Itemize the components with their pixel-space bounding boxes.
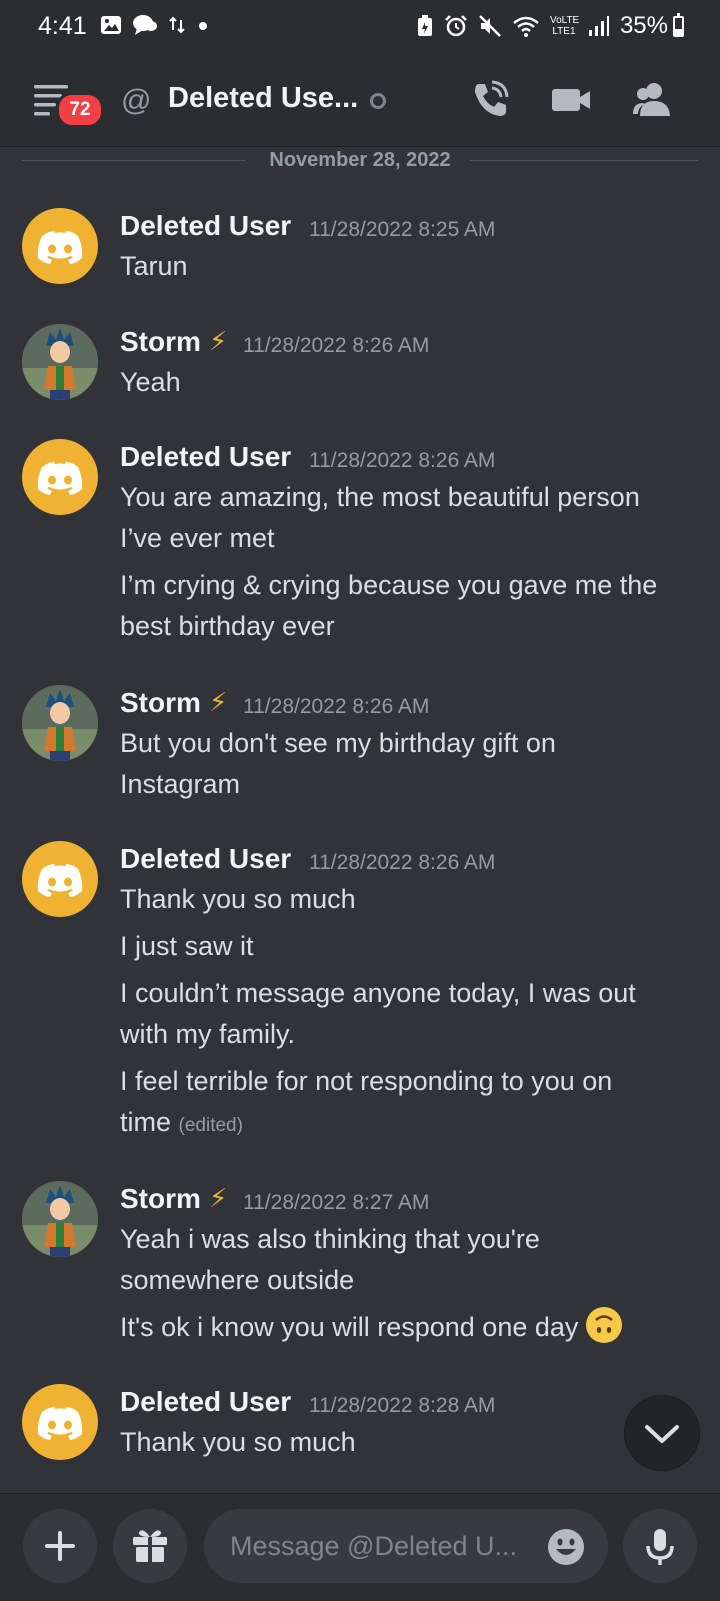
message-content: You are amazing, the most beautiful pers…	[120, 477, 710, 653]
message-text: Yeah	[120, 367, 181, 397]
channel-header: 72 @ Deleted Use...	[0, 54, 720, 147]
gift-icon	[133, 1530, 167, 1562]
avatar[interactable]	[22, 1384, 98, 1460]
message-content: Thank you so much I just saw it I couldn…	[120, 879, 710, 1152]
signal-icon	[588, 16, 609, 36]
anime-avatar-icon	[22, 324, 98, 400]
date-divider: November 28, 2022	[22, 146, 698, 176]
gift-button[interactable]	[113, 1509, 187, 1583]
discord-logo-icon	[37, 1407, 83, 1440]
battery-saver-icon	[417, 15, 432, 36]
message-content: Tarun	[120, 246, 710, 293]
message-author[interactable]: Deleted User	[120, 441, 291, 473]
add-attachment-button[interactable]	[23, 1509, 97, 1583]
message-text: I’ve ever met	[120, 523, 275, 553]
alarm-icon	[445, 15, 467, 37]
message-author[interactable]: Storm	[120, 326, 201, 358]
avatar[interactable]	[22, 685, 98, 761]
members-icon[interactable]	[632, 80, 672, 120]
jump-to-bottom-button[interactable]	[624, 1395, 700, 1471]
message-text: best birthday ever	[120, 611, 335, 641]
message-text: with my family.	[120, 1019, 296, 1049]
message-text: somewhere outside	[120, 1265, 355, 1295]
voice-message-button[interactable]	[623, 1509, 697, 1583]
message-author[interactable]: Deleted User	[120, 1386, 291, 1418]
battery-icon	[673, 13, 684, 37]
emoji-icon[interactable]	[546, 1527, 586, 1567]
message-text: You are amazing, the most beautiful pers…	[120, 482, 640, 512]
gallery-icon	[101, 16, 121, 34]
lightning-emoji-icon: ⚡	[209, 687, 228, 717]
message-text: time	[120, 1107, 172, 1137]
message-input-box[interactable]	[204, 1509, 608, 1583]
message-content: Thank you so much	[120, 1422, 710, 1469]
message-timestamp: 11/28/2022 8:26 AM	[309, 449, 496, 472]
message-timestamp: 11/28/2022 8:26 AM	[243, 334, 430, 357]
message-timestamp: 11/28/2022 8:25 AM	[309, 218, 496, 241]
dot-icon	[199, 22, 207, 30]
anime-avatar-icon	[22, 1181, 98, 1257]
message-author[interactable]: Storm	[120, 1183, 201, 1215]
avatar[interactable]	[22, 841, 98, 917]
lightning-emoji-icon: ⚡	[209, 1183, 228, 1213]
lightning-emoji-icon: ⚡	[209, 326, 228, 356]
anime-avatar-icon	[22, 685, 98, 761]
battery-level	[675, 29, 682, 35]
message-content: Yeah	[120, 362, 710, 409]
message-timestamp: 11/28/2022 8:26 AM	[243, 695, 430, 718]
discord-logo-icon	[37, 864, 83, 897]
message-text: I just saw it	[120, 931, 254, 961]
voice-call-icon[interactable]	[470, 80, 510, 120]
chat-notification-icon	[133, 15, 157, 35]
message-text: I couldn’t message anyone today, I was o…	[120, 978, 636, 1008]
video-call-icon[interactable]	[551, 80, 591, 120]
message-text: But you don't see my birthday gift on	[120, 728, 556, 758]
message-author[interactable]: Deleted User	[120, 210, 291, 242]
message-content: But you don't see my birthday gift on In…	[120, 723, 710, 811]
message-timestamp: 11/28/2022 8:28 AM	[309, 1394, 496, 1417]
message-timestamp: 11/28/2022 8:26 AM	[309, 851, 496, 874]
status-bar: 4:41 VoLTE LTE1 35%	[0, 0, 720, 54]
unread-badge: 72	[56, 92, 104, 128]
battery-percent: 35%	[619, 12, 668, 39]
message-content: Yeah i was also thinking that you're som…	[120, 1219, 710, 1354]
discord-logo-icon	[37, 231, 83, 264]
message-text: I feel terrible for not responding to yo…	[120, 1066, 613, 1096]
date-divider-label: November 28, 2022	[269, 149, 451, 171]
microphone-icon	[646, 1529, 674, 1565]
channel-title[interactable]: Deleted Use...	[168, 82, 358, 115]
edited-label: (edited)	[178, 1115, 243, 1136]
at-icon: @	[121, 84, 152, 117]
message-author[interactable]: Storm	[120, 687, 201, 719]
upside-down-face-emoji-icon	[585, 1307, 622, 1343]
message-timestamp: 11/28/2022 8:27 AM	[243, 1191, 430, 1214]
message-composer	[0, 1493, 720, 1601]
avatar[interactable]	[22, 1181, 98, 1257]
wifi-icon	[513, 16, 539, 37]
status-time: 4:41	[38, 12, 87, 40]
chevron-down-icon	[645, 1425, 679, 1443]
plus-icon	[45, 1531, 75, 1561]
message-text: I’m crying & crying because you gave me …	[120, 570, 658, 600]
message-text: Thank you so much	[120, 1427, 356, 1457]
message-text: Instagram	[120, 769, 241, 799]
avatar[interactable]	[22, 324, 98, 400]
message-text: Yeah i was also thinking that you're	[120, 1224, 540, 1254]
message-author[interactable]: Deleted User	[120, 843, 291, 875]
message-text: It's ok i know you will respond one day	[120, 1312, 579, 1342]
avatar[interactable]	[22, 439, 98, 515]
message-text: Thank you so much	[120, 884, 356, 914]
offline-status-icon	[370, 93, 386, 109]
discord-logo-icon	[37, 462, 83, 495]
message-text: Tarun	[120, 251, 188, 281]
data-transfer-icon	[169, 16, 185, 34]
network-type-label: VoLTE LTE1	[549, 15, 580, 37]
message-input[interactable]	[228, 1525, 532, 1567]
avatar[interactable]	[22, 208, 98, 284]
mute-icon	[479, 15, 501, 37]
